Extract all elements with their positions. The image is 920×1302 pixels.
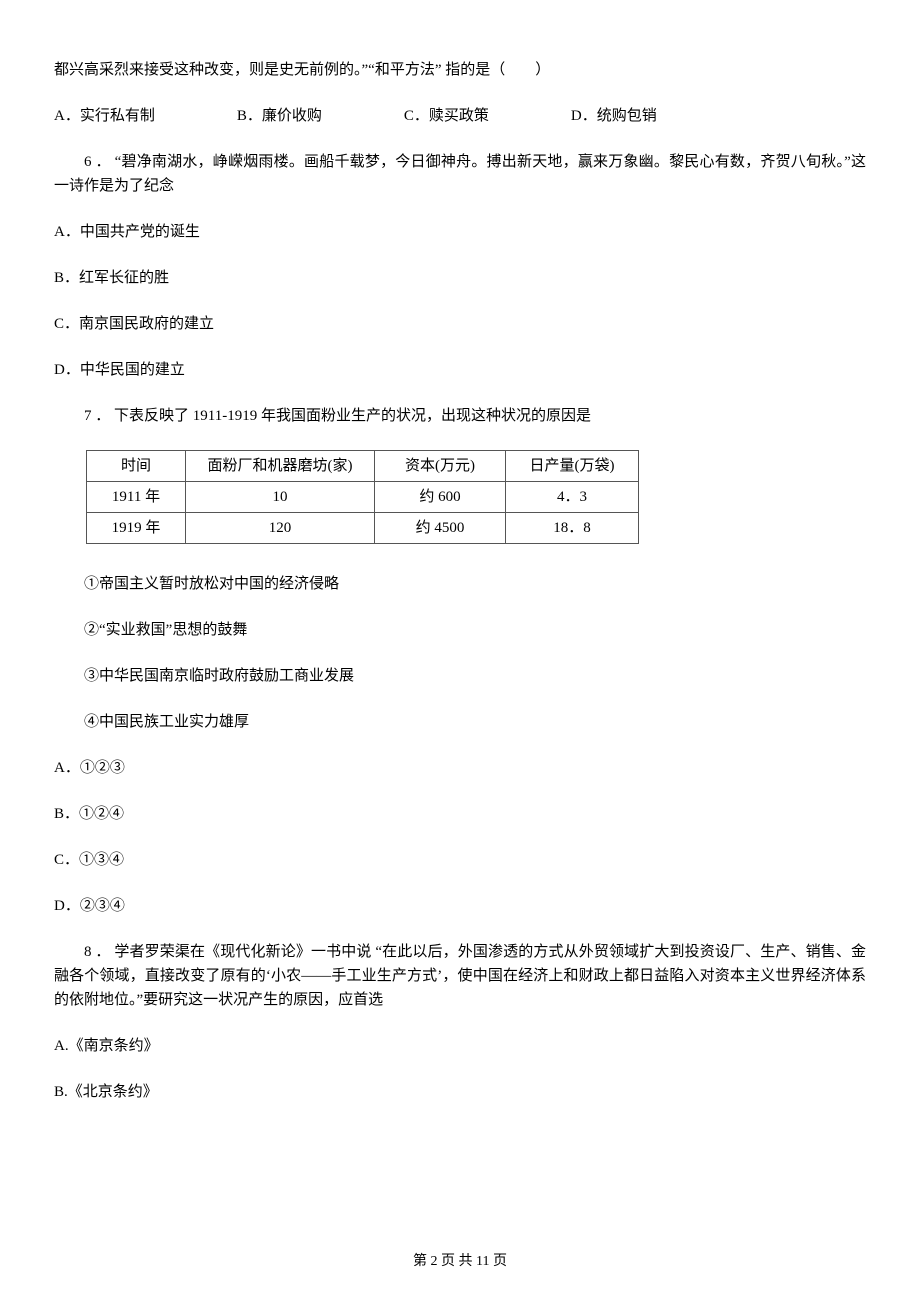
table-cell: 120 [186, 513, 375, 544]
q6-stem: 6 ． “碧净南湖水，峥嵘烟雨楼。画船千载梦，今日御神舟。搏出新天地，赢来万象幽… [54, 150, 866, 198]
q7-stem: 7 ． 下表反映了 1911-1919 年我国面粉业生产的状况，出现这种状况的原… [54, 404, 866, 428]
q7-option-a: A．①②③ [54, 756, 866, 780]
table-header: 资本(万元) [375, 451, 506, 482]
q5-options: A．实行私有制 B．廉价收购 C．赎买政策 D．统购包销 [54, 104, 866, 128]
table-header: 面粉厂和机器磨坊(家) [186, 451, 375, 482]
table-cell: 约 600 [375, 482, 506, 513]
q8-option-b: B.《北京条约》 [54, 1080, 866, 1104]
q5-option-c: C．赎买政策 [404, 104, 489, 128]
table-row: 1911 年 10 约 600 4．3 [87, 482, 639, 513]
q5-option-b: B．廉价收购 [237, 104, 322, 128]
q7-option-b: B．①②④ [54, 802, 866, 826]
q5-option-d: D．统购包销 [571, 104, 657, 128]
q7-condition-4: ④中国民族工业实力雄厚 [54, 710, 866, 734]
q7-option-d: D．②③④ [54, 894, 866, 918]
q8-stem: 8 ． 学者罗荣渠在《现代化新论》一书中说 “在此以后，外国渗透的方式从外贸领域… [54, 940, 866, 1012]
table-cell: 1919 年 [87, 513, 186, 544]
q7-condition-1: ①帝国主义暂时放松对中国的经济侵略 [54, 572, 866, 596]
table-cell: 18．8 [506, 513, 639, 544]
q6-option-d: D．中华民国的建立 [54, 358, 866, 382]
table-header: 时间 [87, 451, 186, 482]
q6-option-c: C．南京国民政府的建立 [54, 312, 866, 336]
q7-condition-3: ③中华民国南京临时政府鼓励工商业发展 [54, 664, 866, 688]
q5-option-a: A．实行私有制 [54, 104, 155, 128]
table-header: 日产量(万袋) [506, 451, 639, 482]
table-cell: 10 [186, 482, 375, 513]
page-footer: 第 2 页 共 11 页 [0, 1250, 920, 1270]
q6-option-a: A．中国共产党的诞生 [54, 220, 866, 244]
q7-option-c: C．①③④ [54, 848, 866, 872]
table-cell: 1911 年 [87, 482, 186, 513]
table-cell: 约 4500 [375, 513, 506, 544]
q7-condition-2: ②“实业救国”思想的鼓舞 [54, 618, 866, 642]
q6-option-b: B．红军长征的胜 [54, 266, 866, 290]
table-cell: 4．3 [506, 482, 639, 513]
q5-fragment: 都兴高采烈来接受这种改变，则是史无前例的。”“和平方法” 指的是（ ） [54, 58, 866, 82]
q7-table: 时间 面粉厂和机器磨坊(家) 资本(万元) 日产量(万袋) 1911 年 10 … [86, 450, 866, 544]
table-row: 1919 年 120 约 4500 18．8 [87, 513, 639, 544]
q8-option-a: A.《南京条约》 [54, 1034, 866, 1058]
